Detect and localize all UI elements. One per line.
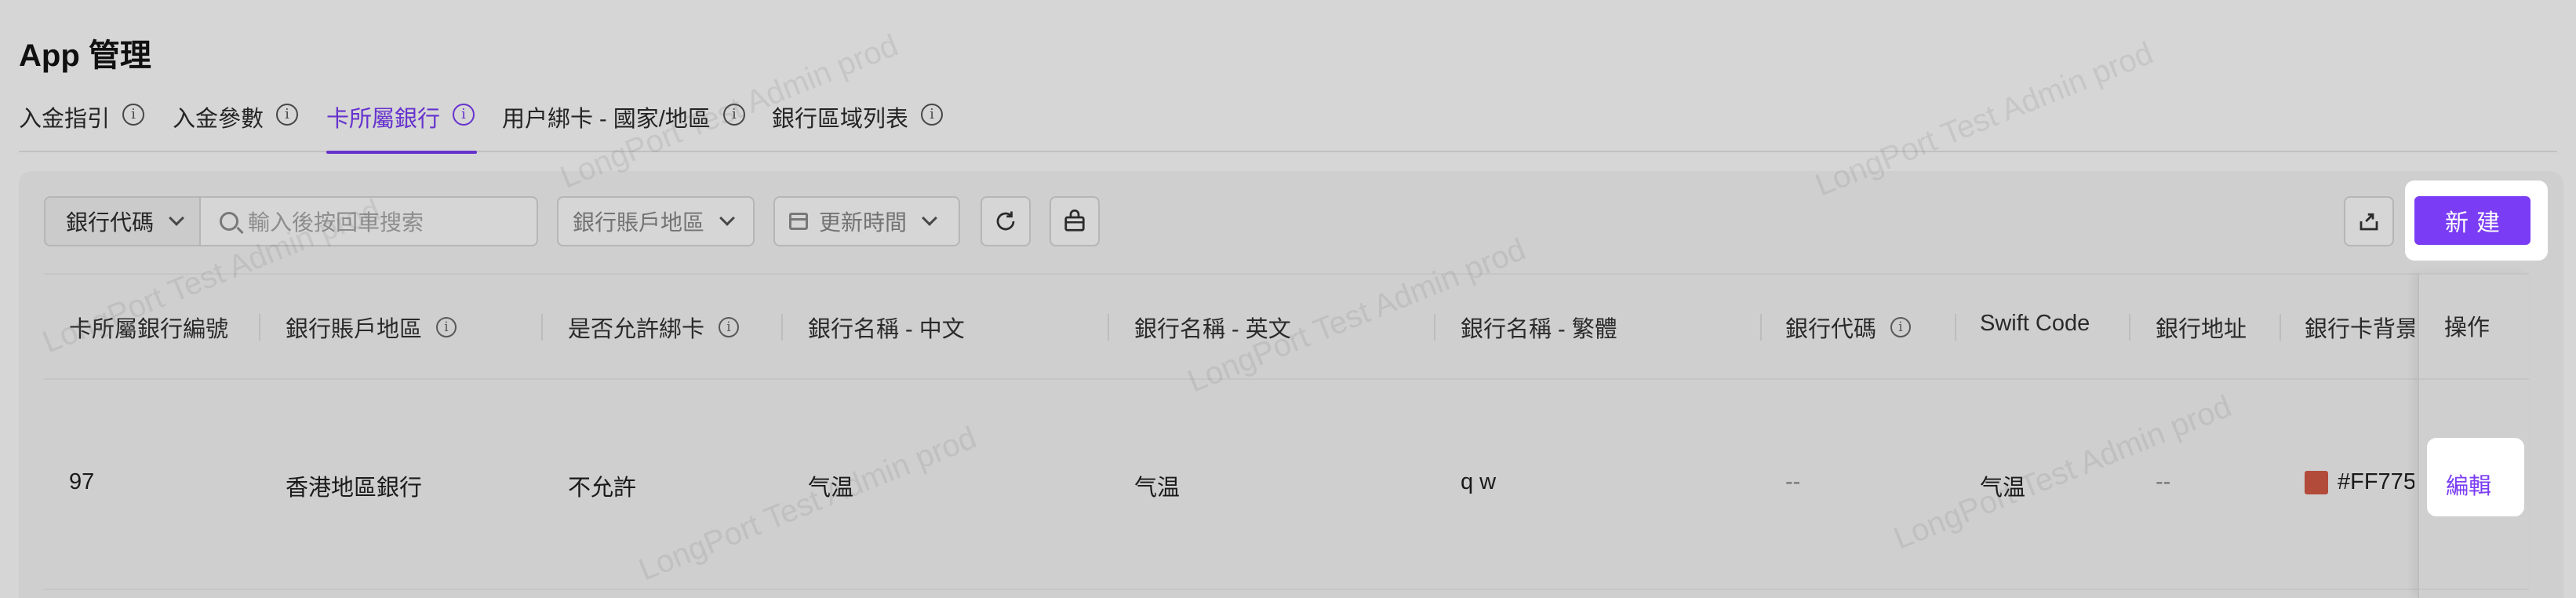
column-header: 銀行賬戶地區 i — [286, 311, 457, 344]
edit-link[interactable]: 編輯 — [2446, 468, 2491, 501]
chevron-down-icon — [719, 210, 735, 226]
filter-basket-icon — [1064, 210, 1085, 232]
updated-filter-label: 更新時間 — [819, 210, 908, 235]
region-filter-label: 銀行賬戶地區 — [573, 210, 705, 235]
column-header: 銀行卡背景 — [2305, 317, 2414, 342]
info-icon[interactable]: i — [122, 104, 145, 126]
info-icon[interactable]: i — [921, 104, 944, 126]
export-button[interactable] — [2344, 196, 2394, 246]
column-divider[interactable] — [1434, 314, 1435, 341]
table-row: 97 香港地區銀行 不允許 气温 气温 q w -- 气温 -- #FF775I — [44, 380, 2529, 590]
refresh-button[interactable] — [981, 196, 1031, 246]
tab-label: 入金指引 — [19, 107, 111, 132]
search-input[interactable]: 輸入後按回車搜索 — [199, 196, 538, 246]
column-header: 銀行代碼 i — [1785, 311, 1912, 344]
chevron-down-icon — [169, 210, 184, 226]
cell-region: 香港地區銀行 — [286, 476, 423, 501]
search-field-label: 銀行代碼 — [66, 210, 155, 235]
search-icon — [220, 212, 238, 231]
tab-user-bind-country[interactable]: 用户綁卡 - 國家/地區 i — [502, 100, 745, 152]
column-divider[interactable] — [1760, 314, 1762, 341]
filter-button[interactable] — [1050, 196, 1100, 246]
column-header: 操作 — [2444, 315, 2490, 341]
refresh-icon — [996, 211, 1015, 231]
search-field-select[interactable]: 銀行代碼 — [44, 196, 201, 246]
tab-bar: 入金指引 i 入金參數 i 卡所屬銀行 i 用户綁卡 - 國家/地區 i 銀行區域列表 i — [19, 93, 2557, 154]
calendar-icon — [789, 213, 808, 230]
tab-label: 入金參數 — [173, 107, 264, 132]
column-header: 銀行名稱 - 英文 — [1134, 317, 1291, 342]
column-header: 銀行名稱 - 中文 — [808, 317, 965, 342]
column-divider[interactable] — [1108, 314, 1109, 341]
column-divider[interactable] — [541, 314, 543, 341]
tab-deposit-guide[interactable]: 入金指引 i — [19, 100, 145, 152]
info-icon[interactable]: i — [722, 104, 745, 126]
column-header: 卡所屬銀行編號 — [69, 317, 229, 342]
column-divider[interactable] — [2279, 314, 2281, 341]
column-header: 銀行名稱 - 繁體 — [1461, 317, 1617, 342]
column-divider[interactable] — [1955, 314, 1956, 341]
cell-id: 97 — [69, 469, 95, 494]
info-icon[interactable]: i — [276, 104, 299, 126]
search-placeholder: 輸入後按回車搜索 — [248, 210, 424, 235]
page-title: App 管理 — [19, 38, 151, 73]
cell-name-cn: 气温 — [808, 476, 854, 501]
color-swatch — [2305, 471, 2328, 495]
cell-bank-code: -- — [1785, 469, 1801, 494]
export-icon — [2360, 213, 2378, 231]
cell-bank-address: -- — [2156, 469, 2171, 494]
actions-column: 操作 — [2418, 273, 2529, 598]
info-icon[interactable]: i — [436, 317, 457, 337]
column-divider[interactable] — [2129, 314, 2130, 341]
column-divider[interactable] — [259, 314, 260, 341]
table-header: 卡所屬銀行編號 銀行賬戶地區 i 是否允許綁卡 i 銀行名稱 - 中文 銀行名稱 -… — [44, 273, 2529, 380]
updated-time-filter[interactable]: 更新時間 — [773, 196, 960, 246]
info-icon[interactable]: i — [453, 104, 475, 126]
app-management-page: App 管理 入金指引 i 入金參數 i 卡所屬銀行 i 用户綁卡 - 國家/地區 i … — [0, 0, 2576, 598]
cell-name-en: 气温 — [1134, 476, 1181, 501]
tab-bank-region-list[interactable]: 銀行區域列表 i — [772, 100, 944, 152]
tab-card-bank[interactable]: 卡所屬銀行 i — [326, 100, 477, 154]
column-divider[interactable] — [781, 314, 783, 341]
tab-label: 用户綁卡 - 國家/地區 — [502, 107, 711, 132]
column-header: 銀行地址 — [2156, 317, 2247, 342]
cell-name-tw: q w — [1461, 469, 1497, 494]
column-header: 是否允許綁卡 i — [568, 311, 740, 344]
column-header: Swift Code — [1980, 311, 2090, 336]
region-filter-select[interactable]: 銀行賬戶地區 — [557, 196, 755, 246]
new-button-spotlit[interactable]: 新建 — [2414, 196, 2531, 245]
chevron-down-icon — [922, 210, 937, 226]
tab-label: 銀行區域列表 — [772, 107, 909, 132]
tab-deposit-params[interactable]: 入金參數 i — [173, 100, 299, 152]
info-icon[interactable]: i — [719, 317, 740, 337]
cell-card-bg: #FF775I — [2305, 469, 2414, 495]
cell-swift-code: 气温 — [1980, 476, 2026, 501]
tab-label: 卡所屬銀行 — [326, 107, 441, 132]
info-icon[interactable]: i — [1890, 317, 1912, 337]
cell-allow-bind: 不允許 — [568, 476, 637, 501]
